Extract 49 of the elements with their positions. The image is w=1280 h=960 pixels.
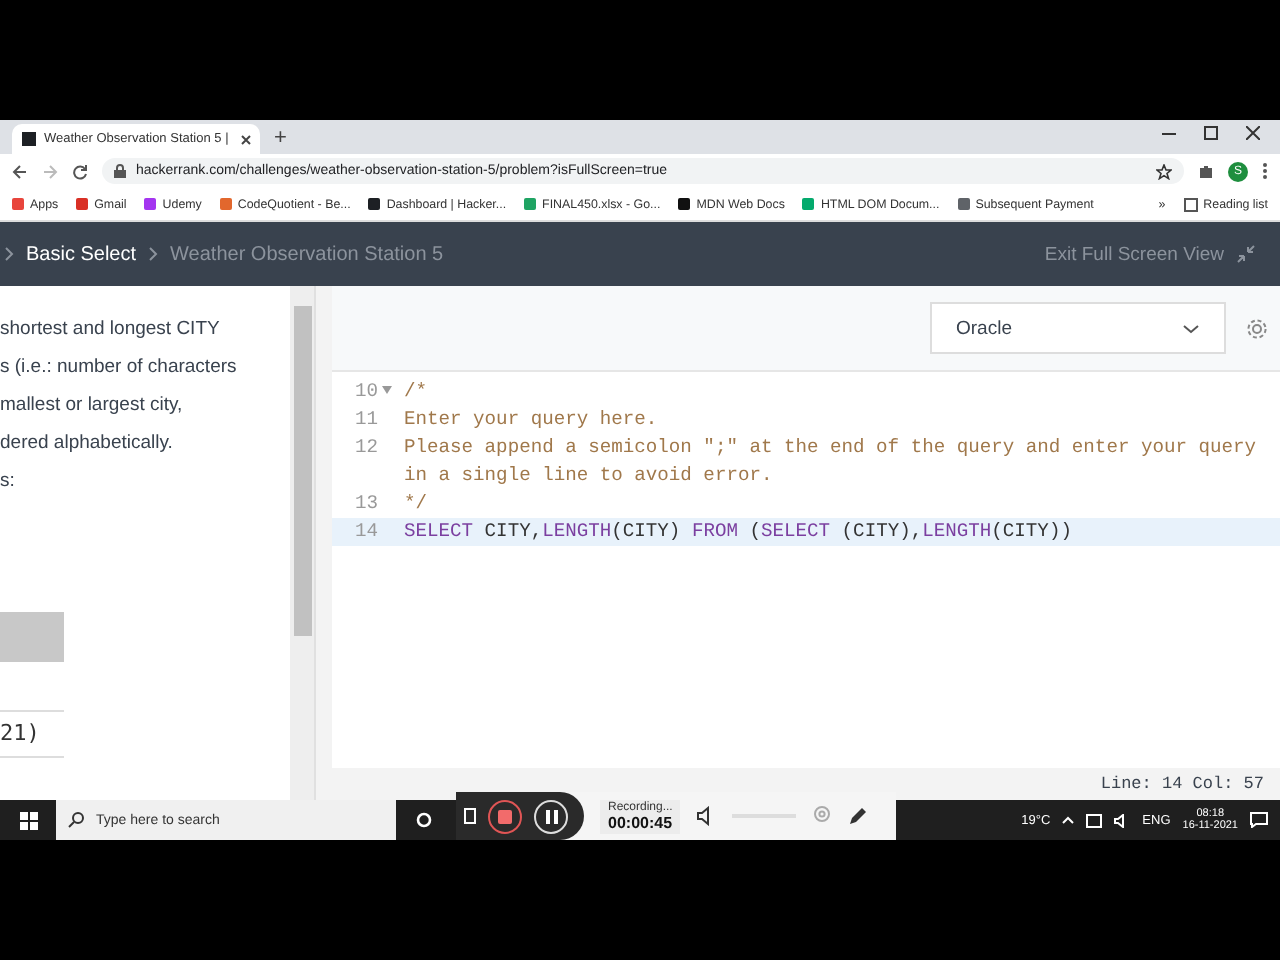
chevron-up-icon[interactable]	[1062, 816, 1075, 824]
problem-text: s (i.e.: number of characters	[0, 356, 239, 382]
favicon-icon	[22, 132, 36, 146]
code-line: Please append a semicolon ";" at the end of the query and enter your query in a single line to avoid error.	[404, 434, 1259, 490]
code-line: SELECT CITY,LENGTH(CITY) FROM (SELECT (CITY),LENGTH(CITY))	[404, 518, 1074, 546]
line-number: 11	[354, 406, 378, 434]
collapse-icon[interactable]	[1236, 244, 1256, 264]
close-icon[interactable]	[240, 133, 253, 145]
back-icon[interactable]	[12, 163, 28, 179]
problem-text: shortest and longest CITY	[0, 318, 222, 344]
code-line: Enter your query here.	[404, 406, 660, 434]
task-view-icon[interactable]	[464, 808, 476, 824]
pen-icon[interactable]	[848, 806, 869, 826]
fold-arrow-icon[interactable]	[382, 386, 392, 396]
notification-icon[interactable]	[1250, 812, 1268, 828]
stop-button[interactable]	[488, 799, 522, 833]
pause-button[interactable]	[534, 799, 568, 833]
reload-icon[interactable]	[72, 163, 88, 179]
chevron-icon	[148, 246, 159, 262]
problem-text: mallest or largest city,	[0, 394, 185, 420]
line-number: 13	[354, 490, 378, 518]
problem-text: dered alphabetically.	[0, 432, 175, 458]
breadcrumb-link[interactable]: Basic Select	[26, 243, 137, 265]
scrollbar[interactable]	[290, 286, 314, 800]
table-header	[0, 612, 64, 662]
search-icon	[68, 812, 84, 828]
splitter-handle[interactable]	[314, 286, 332, 800]
star-icon[interactable]	[1156, 163, 1172, 179]
new-tab-button[interactable]: +	[274, 126, 287, 150]
chevron-icon	[4, 246, 14, 262]
line-number: 12	[354, 434, 378, 462]
cortana-icon[interactable]	[416, 812, 432, 828]
chevron-down-icon	[1182, 323, 1200, 333]
line-number: 14	[354, 518, 378, 546]
line-number: 10	[354, 378, 378, 406]
maximize-icon[interactable]	[1204, 126, 1218, 140]
language-select[interactable]: Oracle	[930, 302, 1226, 354]
problem-text: s:	[0, 470, 17, 496]
more-icon[interactable]	[1262, 162, 1268, 180]
lock-icon	[114, 164, 126, 178]
close-icon[interactable]	[1246, 126, 1260, 140]
recording-timer: 00:00:45	[608, 813, 673, 831]
pause-icon	[545, 809, 557, 823]
code-line: */	[404, 490, 430, 518]
stop-icon	[498, 809, 512, 823]
windows-icon[interactable]	[19, 811, 37, 829]
table-cell: 21)	[0, 710, 64, 758]
code-line: /*	[404, 378, 430, 406]
settings-icon[interactable]	[1246, 317, 1268, 339]
